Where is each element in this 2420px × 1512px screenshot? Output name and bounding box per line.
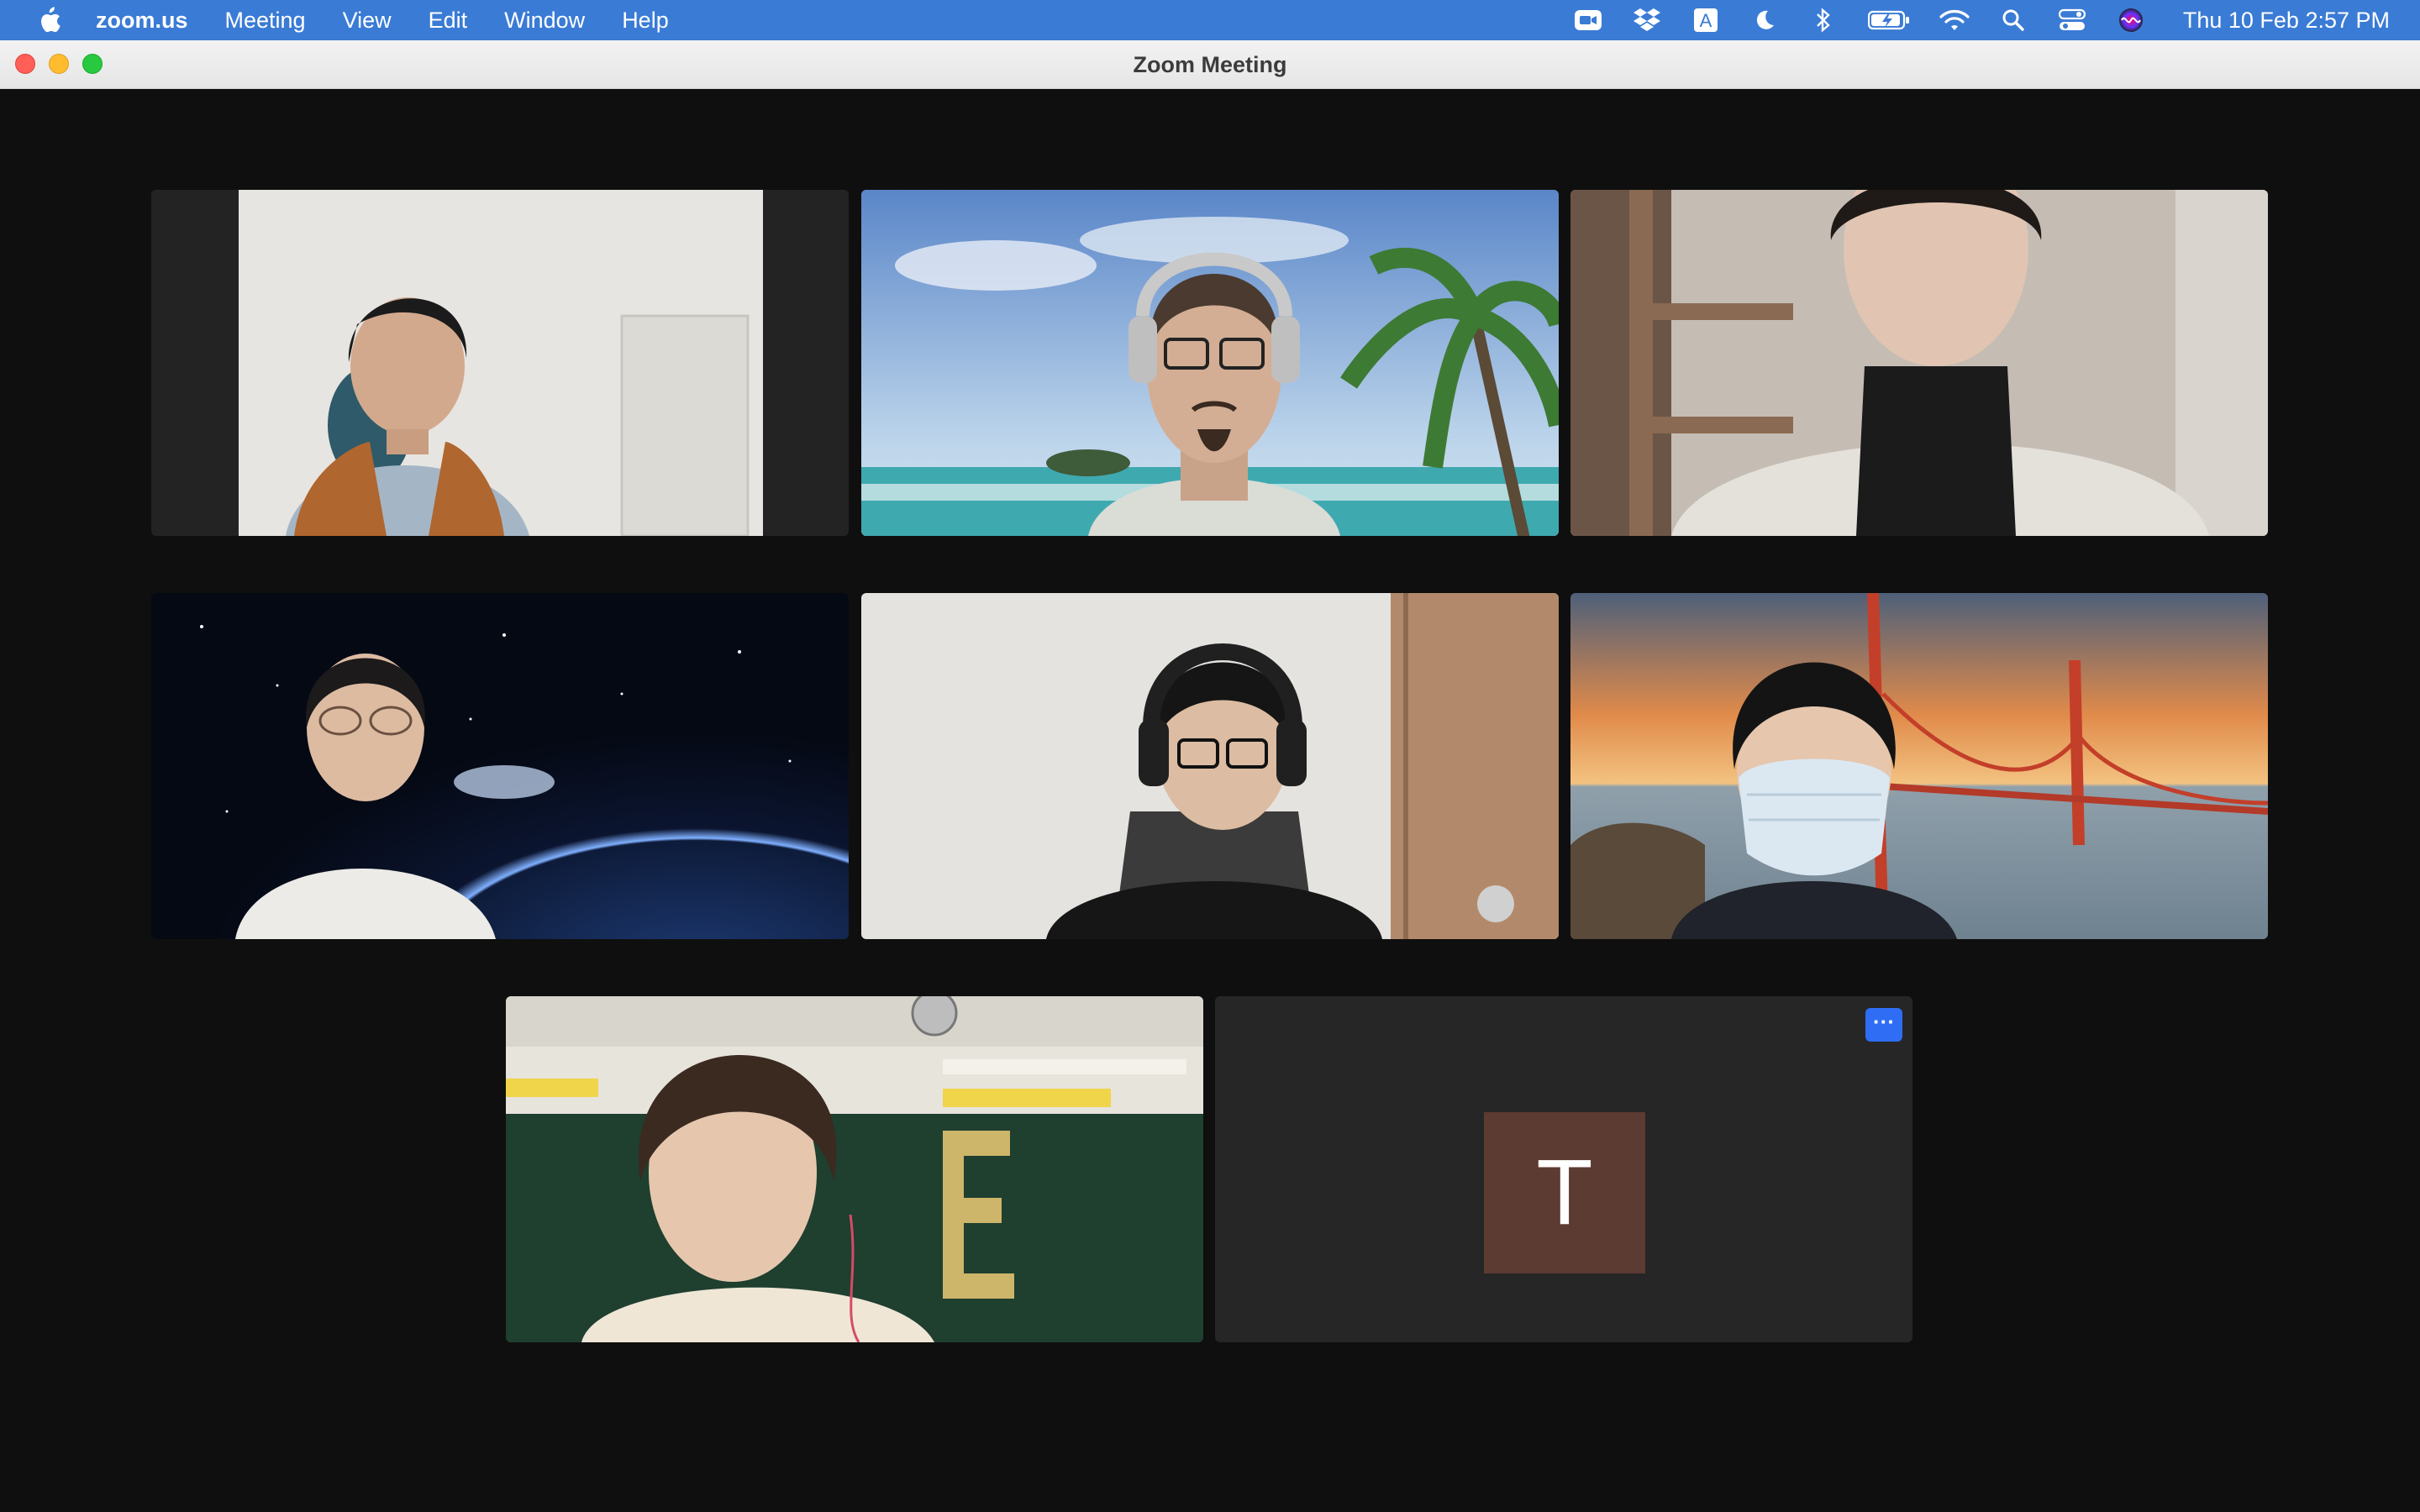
control-center-icon[interactable]: [2057, 5, 2087, 35]
input-source-label: A: [1700, 10, 1712, 31]
participant-video-feed: [151, 190, 849, 536]
active-speaker-video-tile[interactable]: [861, 190, 1559, 536]
spotlight-search-icon[interactable]: [1998, 5, 2028, 35]
participant-avatar: T: [1484, 1112, 1645, 1273]
wifi-icon[interactable]: [1939, 5, 1970, 35]
apple-menu-icon[interactable]: [32, 3, 66, 37]
window-title: Zoom Meeting: [1133, 52, 1287, 77]
macos-menu-bar: zoom.us Meeting View Edit Window Help A: [0, 0, 2420, 40]
participant-video-tile[interactable]: [1570, 190, 2268, 536]
dropbox-icon[interactable]: [1632, 5, 1662, 35]
participant-more-options-button[interactable]: ···: [1865, 1008, 1902, 1042]
participant-video-feed: [861, 190, 1559, 536]
window-title-bar: Zoom Meeting: [0, 40, 2420, 89]
participant-video-feed: [151, 593, 849, 939]
menubar-clock[interactable]: Thu 10 Feb 2:57 PM: [2183, 8, 2390, 34]
participant-video-tile[interactable]: [506, 996, 1203, 1342]
menu-edit[interactable]: Edit: [429, 8, 468, 34]
menu-view[interactable]: View: [343, 8, 392, 34]
participant-video-feed: [861, 593, 1559, 939]
menubar-status-area: A Thu 10 Feb 2:57 PM: [1573, 0, 2390, 40]
meeting-gallery: T ···: [0, 89, 2420, 1512]
menu-window[interactable]: Window: [504, 8, 585, 34]
focus-moon-icon[interactable]: [1749, 5, 1780, 35]
participant-video-tile[interactable]: [151, 593, 849, 939]
zoom-camera-icon[interactable]: [1573, 5, 1603, 35]
input-source-icon[interactable]: A: [1691, 5, 1721, 35]
participant-video-feed: [506, 996, 1203, 1342]
siri-icon[interactable]: [2116, 5, 2146, 35]
participant-video-feed: [1570, 190, 2268, 536]
battery-charging-icon[interactable]: [1867, 5, 1911, 35]
menu-help[interactable]: Help: [622, 8, 669, 34]
menu-app-name[interactable]: zoom.us: [96, 8, 188, 34]
menu-meeting[interactable]: Meeting: [225, 8, 306, 34]
participant-video-tile[interactable]: [151, 190, 849, 536]
bluetooth-icon[interactable]: [1808, 5, 1839, 35]
participant-video-feed: [1570, 593, 2268, 939]
participant-video-tile[interactable]: [1570, 593, 2268, 939]
participant-video-tile[interactable]: [861, 593, 1559, 939]
participant-avatar-tile[interactable]: T ···: [1215, 996, 1912, 1342]
